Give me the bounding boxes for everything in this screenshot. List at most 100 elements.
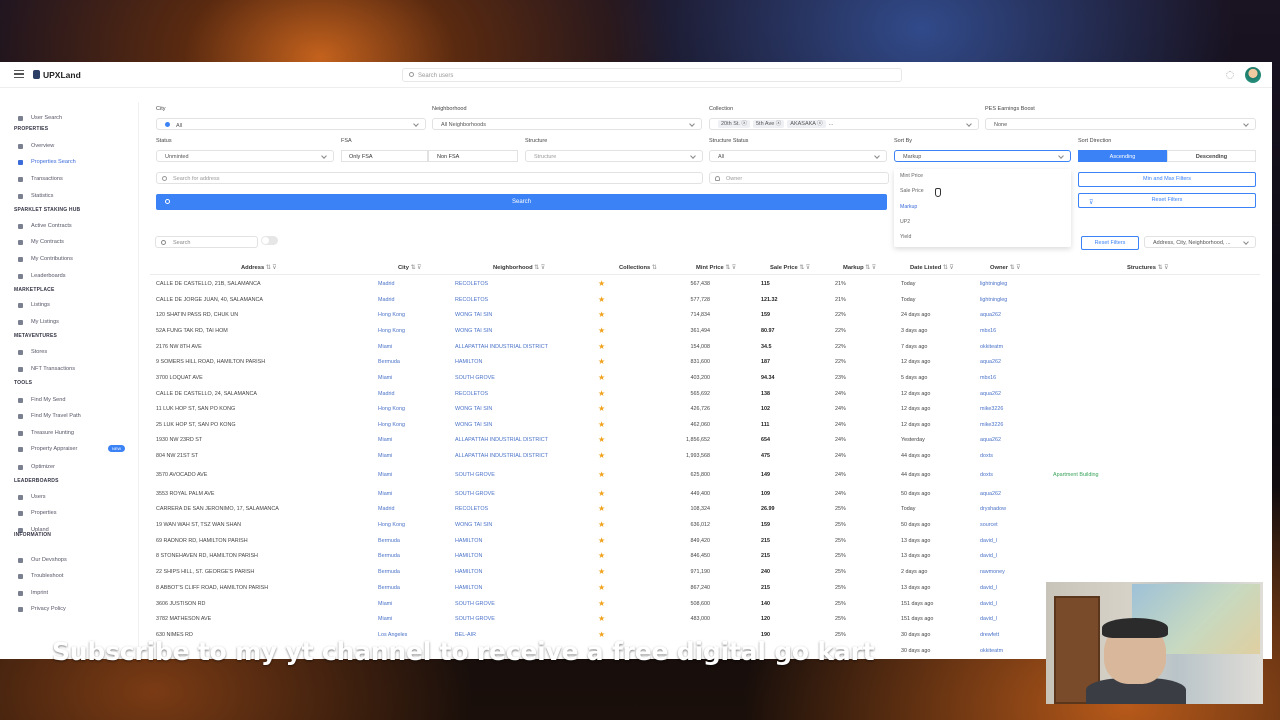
cell-owner[interactable]: mike3226 [980,406,1030,412]
cell-owner[interactable]: david_l [980,601,1030,607]
sort-filter-icon[interactable]: ⇅ ⊽ [409,265,422,271]
collection-chip[interactable]: 20th St. ⓧ [718,120,750,128]
cell-neighborhood[interactable]: SOUTH GROVE [455,616,595,622]
user-avatar[interactable] [1245,67,1261,83]
sort-filter-icon[interactable]: ⇅ ⊽ [533,265,545,271]
sort-filter-icon[interactable]: ⇅ ⊽ [1156,265,1169,271]
address-search-input[interactable]: Search for address [156,172,703,184]
cell-neighborhood[interactable]: HAMILTON [455,585,595,591]
sort-icon[interactable]: ⇅ [650,265,657,271]
cell-neighborhood[interactable]: HAMILTON [455,538,595,544]
sort-filter-icon[interactable]: ⇅ ⊽ [724,265,736,271]
column-header-neighborhood[interactable]: Neighborhood ⇅ ⊽ [493,265,545,271]
cell-neighborhood[interactable]: ALLAPATTAH INDUSTRIAL DISTRICT [455,344,595,350]
reset-filters-button[interactable]: ⊽ Reset Filters [1078,193,1256,208]
sidebar-item-leaderboards[interactable]: Leaderboards [18,272,66,280]
cell-neighborhood[interactable]: SOUTH GROVE [455,472,595,478]
cell-neighborhood[interactable]: SOUTH GROVE [455,491,595,497]
cell-owner[interactable]: lightningleg [980,297,1030,303]
column-header-structures[interactable]: Structures ⇅ ⊽ [1127,265,1168,271]
cell-owner[interactable]: okkiteatm [980,648,1030,654]
sidebar-item-properties-search[interactable]: Properties Search [18,158,76,166]
neighborhood-select[interactable]: All Neighborhoods [432,118,702,130]
cell-neighborhood[interactable]: WONG TAI SIN [455,312,595,318]
table-row[interactable]: 1930 NW 23RD ST Miami ALLAPATTAH INDUSTRIA… [0,436,1272,447]
table-row[interactable]: 11 LUK HOP ST, SAN PO KONG Hong Kong WONG … [0,405,1272,416]
sidebar-item-overview[interactable]: Overview [18,142,54,150]
cell-city[interactable]: Bermuda [378,585,448,591]
sidebar-item-optimizer[interactable]: Optimizer [18,463,55,471]
table-row[interactable]: 2176 NW 8TH AVE Miami ALLAPATTAH INDUSTRIA… [0,343,1272,354]
column-header-city[interactable]: City ⇅ ⊽ [398,265,421,271]
min-max-filters-button[interactable]: Min and Max Filters [1078,172,1256,187]
cell-neighborhood[interactable]: WONG TAI SIN [455,328,595,334]
search-users-input[interactable]: Search users [402,68,902,82]
sort-option-yield[interactable]: Yield [900,234,911,240]
cell-city[interactable]: Bermuda [378,359,448,365]
cell-neighborhood[interactable]: RECOLETOS [455,506,595,512]
cell-owner[interactable]: okkiteatm [980,344,1030,350]
sort-option-up2[interactable]: UP2 [900,219,910,225]
table-row[interactable]: 120 SHATIN PASS RD, CHUK UN Hong Kong WONG… [0,311,1272,322]
cell-owner[interactable]: aqua262 [980,437,1030,443]
table-row[interactable]: CARRERA DE SAN JERONIMO, 17, SALAMANCA Ma… [0,505,1272,516]
cell-city[interactable]: Hong Kong [378,522,448,528]
collection-chip[interactable]: 5th Ave ⓧ [753,120,785,128]
table-row[interactable]: 9 SOMERS HILL ROAD, HAMILTON PARISH Bermu… [0,358,1272,369]
cell-owner[interactable]: mbx16 [980,328,1030,334]
cell-city[interactable]: Hong Kong [378,422,448,428]
table-row[interactable]: 3570 AVOCADO AVE Miami SOUTH GROVE ★ 625,800… [0,471,1272,482]
cell-neighborhood[interactable]: HAMILTON [455,553,595,559]
table-row[interactable]: 3700 LOQUAT AVE Miami SOUTH GROVE ★ 403,200 9… [0,374,1272,385]
cell-city[interactable]: Miami [378,344,448,350]
cell-owner[interactable]: doxts [980,472,1030,478]
cell-neighborhood[interactable]: ALLAPATTAH INDUSTRIAL DISTRICT [455,437,595,443]
cell-owner[interactable]: rawmoney [980,569,1030,575]
sidebar-item-transactions[interactable]: Transactions [18,175,63,183]
cell-neighborhood[interactable]: HAMILTON [455,359,595,365]
table-row[interactable]: 22 SHIPS HILL, ST. GEORGE'S PARISH Bermud… [0,568,1272,579]
cell-city[interactable]: Miami [378,453,448,459]
table-toggle-switch[interactable] [261,236,278,245]
table-search-input[interactable]: Search [155,236,258,248]
city-select[interactable]: All [156,118,426,130]
cell-city[interactable]: Madrid [378,297,448,303]
table-row[interactable]: CALLE DE CASTELLO, 21B, SALAMANCA Madrid R… [0,280,1272,291]
cell-city[interactable]: Madrid [378,281,448,287]
sidebar-item-active-contracts[interactable]: Active Contracts [18,222,72,230]
table-reset-filters-button[interactable]: Reset Filters [1081,236,1139,250]
cell-owner[interactable]: aqua262 [980,359,1030,365]
cell-city[interactable]: Miami [378,601,448,607]
cell-owner[interactable]: lightningleg [980,281,1030,287]
owner-input[interactable]: Owner [709,172,889,184]
table-row[interactable]: 25 LUK HOP ST, SAN PO KONG Hong Kong WONG … [0,421,1272,432]
status-select[interactable]: Unminted [156,150,334,162]
column-header-address[interactable]: Address ⇅ ⊽ [241,265,277,271]
cell-owner[interactable]: david_l [980,616,1030,622]
cell-city[interactable]: Madrid [378,506,448,512]
table-row[interactable]: 3553 ROYAL PALM AVE Miami SOUTH GROVE ★ 449,… [0,490,1272,501]
only-fsa-toggle[interactable]: Only FSA [341,150,428,162]
collection-select[interactable]: 20th St. ⓧ 5th Ave ⓧ AKASAKA ⓧ... [709,118,979,130]
cell-city[interactable]: Miami [378,437,448,443]
table-row[interactable]: 52A FUNG TAK RD, TAI HOM Hong Kong WONG TA… [0,327,1272,338]
cell-owner[interactable]: mbx16 [980,375,1030,381]
cell-neighborhood[interactable]: SOUTH GROVE [455,375,595,381]
cell-neighborhood[interactable]: WONG TAI SIN [455,406,595,412]
cell-owner[interactable]: aqua262 [980,312,1030,318]
cell-city[interactable]: Miami [378,375,448,381]
cell-city[interactable]: Hong Kong [378,406,448,412]
sidebar-item-my-contributions[interactable]: My Contributions [18,255,73,263]
cell-city[interactable]: Miami [378,472,448,478]
descending-toggle[interactable]: Descending [1167,150,1256,162]
sort-option-sale-price[interactable]: Sale Price [900,188,924,194]
cell-neighborhood[interactable]: WONG TAI SIN [455,422,595,428]
cell-neighborhood[interactable]: RECOLETOS [455,281,595,287]
column-header-sale-price[interactable]: Sale Price ⇅ ⊽ [770,265,810,271]
column-header-owner[interactable]: Owner ⇅ ⊽ [990,265,1020,271]
cell-neighborhood[interactable]: ALLAPATTAH INDUSTRIAL DISTRICT [455,453,595,459]
ascending-toggle[interactable]: Ascending [1078,150,1167,162]
sort-filter-icon[interactable]: ⇅ ⊽ [798,265,810,271]
settings-gear-icon[interactable] [1226,71,1234,79]
cell-neighborhood[interactable]: RECOLETOS [455,297,595,303]
